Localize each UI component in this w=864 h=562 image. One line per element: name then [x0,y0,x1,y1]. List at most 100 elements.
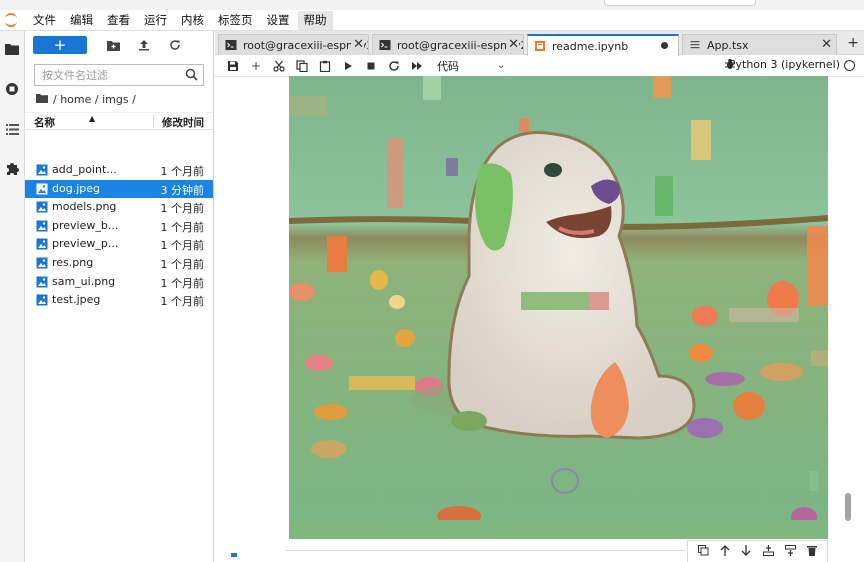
image-file-icon [36,183,48,195]
column-modified[interactable]: 修改时间 [162,115,204,130]
menu-run[interactable]: 运行 [138,11,173,30]
menu-help[interactable]: 帮助 [297,10,333,30]
column-name[interactable]: 名称 [34,115,55,130]
file-row[interactable]: add_point... 1 个月前 [25,161,213,179]
cell-toolbar [687,540,828,562]
menu-edit[interactable]: 编辑 [64,11,99,30]
kernel-name[interactable]: Python 3 (ipykernel) [729,58,840,71]
image-file-icon [36,201,48,213]
text-file-icon [689,39,701,51]
image-file-icon [36,276,48,288]
unsaved-dot-icon[interactable] [661,42,668,49]
save-icon[interactable] [225,58,241,74]
file-modified: 1 个月前 [160,258,205,271]
file-modified: 1 个月前 [160,202,205,216]
file-row[interactable]: preview_p... 1 个月前 [25,235,213,253]
chevron-down-icon[interactable]: ⌄ [497,60,505,71]
image-file-icon [36,294,48,306]
notebook-icon [534,40,546,52]
tab-label: root@gracexiii-espn1y2xt [243,38,368,52]
upload-icon[interactable] [136,37,152,53]
scrollbar[interactable] [845,493,851,521]
file-modified: 1 个月前 [160,239,205,253]
refresh-icon[interactable] [167,37,183,53]
menu-view[interactable]: 查看 [101,11,136,30]
image-file-icon [36,220,48,232]
insert-above-icon[interactable] [762,544,774,559]
file-name: dog.jpeg [52,181,100,195]
file-modified: 1 个月前 [160,276,205,290]
file-filter-input[interactable] [42,68,182,82]
output-image [289,76,828,539]
file-name: preview_p... [52,237,119,251]
menu-settings[interactable]: 设置 [261,11,296,30]
file-filter-input-box [34,64,204,86]
address-pill [604,0,756,6]
breadcrumb: / home / imgs / [36,93,136,106]
search-icon [185,68,198,84]
file-modified: 1 个月前 [160,295,205,309]
duplicate-cell-icon[interactable] [697,544,709,559]
toc-icon[interactable] [4,121,20,137]
insert-below-icon[interactable] [784,544,796,559]
tab-label: root@gracexiii-espn1y2xt [397,38,523,52]
image-file-icon [36,164,48,176]
terminal-icon [379,39,391,51]
menubar: 文件 编辑 查看 运行 内核 标签页 设置 帮助 [0,10,864,31]
extension-icon[interactable] [4,161,20,177]
segmented-dog-image [289,76,828,539]
file-browser-toolbar: + [25,31,213,59]
file-row[interactable]: res.png 1 个月前 [25,254,213,272]
folder-icon[interactable] [36,93,48,106]
sort-ascending-icon[interactable]: ▲ [89,114,95,123]
restart-icon[interactable] [386,58,402,74]
restart-run-all-icon[interactable] [409,58,425,74]
file-row[interactable]: dog.jpeg 3 分钟前 [25,179,213,198]
new-launcher-button[interactable]: + [33,36,87,54]
terminal-icon [225,39,237,51]
cut-icon[interactable] [271,58,287,74]
image-file-icon [36,257,48,269]
activity-bar [0,31,25,562]
tab-label: readme.ipynb [552,39,629,53]
tab-app-tsx[interactable]: App.tsx ✕ [682,34,837,55]
add-tab-icon[interactable]: + [847,35,859,51]
tab-terminal-2[interactable]: root@gracexiii-espn1y2xt ✕ [372,34,524,55]
file-row[interactable]: sam_ui.png 1 个月前 [25,273,213,291]
file-row[interactable]: preview_b... 1 个月前 [25,217,213,235]
run-icon[interactable] [340,58,356,74]
kernel-status-icon [844,60,855,71]
move-up-icon[interactable] [720,544,730,559]
insert-cell-icon[interactable]: + [248,58,264,74]
file-name: models.png [52,200,117,214]
delete-cell-icon[interactable] [807,545,818,559]
file-name: res.png [52,256,94,269]
file-name: preview_b... [52,218,119,232]
new-folder-icon[interactable] [105,37,121,53]
cell-type-select[interactable]: 代码 [437,58,497,74]
file-row[interactable]: test.jpeg 1 个月前 [25,291,213,309]
copy-icon[interactable] [294,58,310,74]
move-down-icon[interactable] [741,544,751,559]
breadcrumb-path[interactable]: / home / imgs / [53,93,136,106]
tab-terminal-1[interactable]: root@gracexiii-espn1y2xt ✕ [218,34,369,55]
close-icon[interactable]: ✕ [819,37,832,52]
paste-icon[interactable] [317,58,333,74]
notebook-toolbar: + 代码 ⌄ Python 3 (ipykernel) [215,55,864,77]
file-name: sam_ui.png [52,274,116,288]
stop-icon[interactable] [363,58,379,74]
menu-tabs[interactable]: 标签页 [212,11,259,30]
tab-readme-notebook[interactable]: readme.ipynb [527,34,679,56]
file-modified: 3 分钟前 [160,183,205,197]
active-cell-marker [231,553,237,557]
folder-icon[interactable] [4,41,20,57]
column-divider[interactable] [153,115,154,128]
file-row[interactable]: models.png 1 个月前 [25,198,213,216]
file-name: test.jpeg [52,293,101,307]
close-icon[interactable]: ✕ [351,37,364,52]
menu-file[interactable]: 文件 [27,11,62,30]
menu-kernel[interactable]: 内核 [175,11,210,30]
running-icon[interactable] [4,81,20,97]
close-icon[interactable]: ✕ [506,37,519,52]
file-name: add_point... [52,163,117,176]
